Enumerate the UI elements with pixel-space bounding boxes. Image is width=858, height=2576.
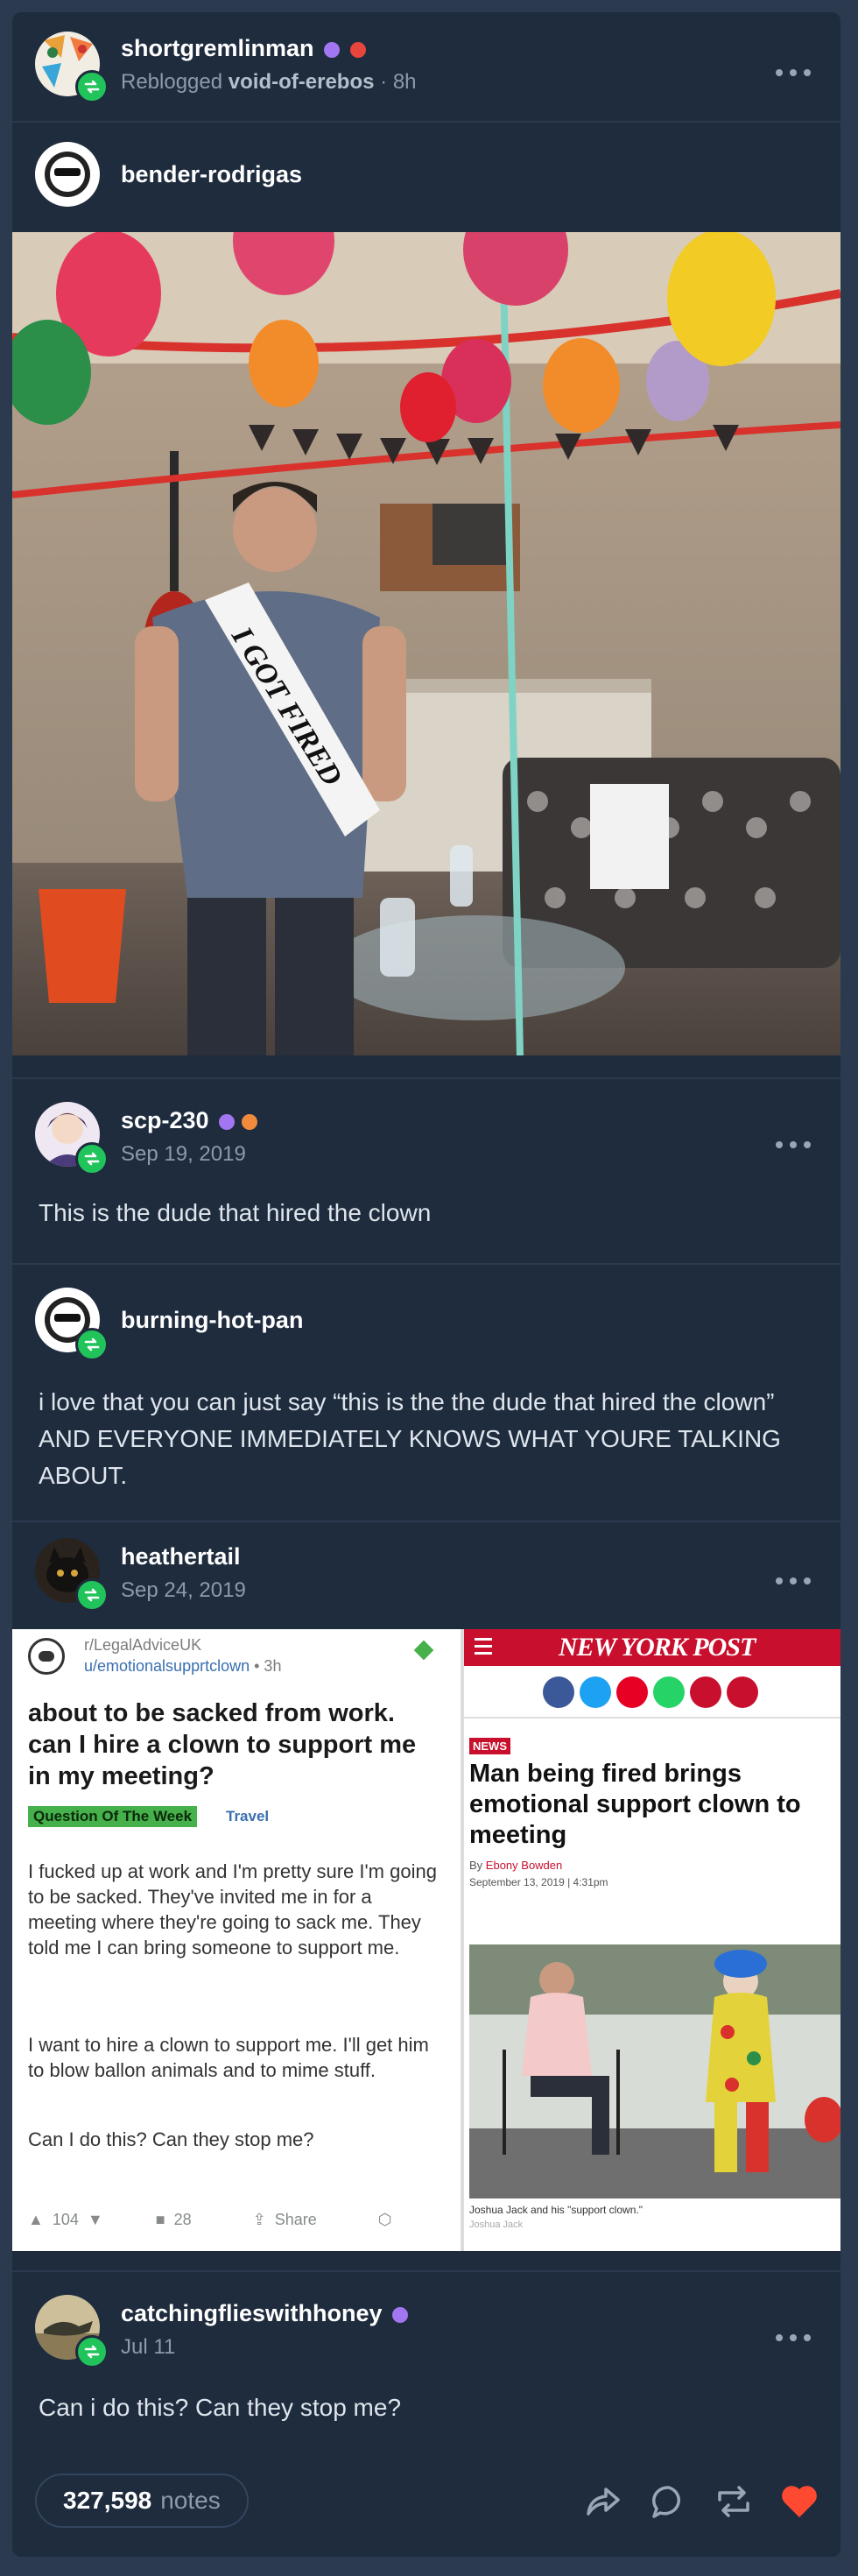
reddit-action-bar: ▲ 104 ▼ ■ 28 ⇪ Share ⬡ [28,2211,391,2229]
trail-options-button[interactable] [776,2332,811,2344]
reddit-paragraph: I fucked up at work and I'm pretty sure … [28,1860,437,1958]
email-icon [690,1676,721,1708]
facebook-icon [543,1676,574,1708]
original-poster-username[interactable]: bender-rodrigas [121,161,302,188]
social-share-row [543,1676,758,1708]
badge-icon [349,41,366,58]
badge-icon [392,2306,409,2323]
nypost-headline: Man being fired brings emotional support… [469,1760,801,1849]
reply-icon[interactable] [650,2482,688,2525]
downvote-icon: ▼ [87,2211,103,2228]
reddit-flair: Question Of The Week [28,1806,198,1827]
trail-username[interactable]: heathertail [121,1543,241,1570]
reblog-icon[interactable] [714,2482,753,2525]
trail-text: This is the dude that hired the clown [39,1199,432,1226]
reblog-badge-icon [75,1328,109,1361]
share-icon[interactable] [583,2482,622,2525]
article-photo [469,1944,840,2198]
trail-date: Sep 19, 2019 [121,1142,246,1166]
reddit-avatar-icon [28,1638,65,1675]
photo-caption: Joshua Jack and his "support clown." [469,2204,643,2216]
byline-author: Ebony Bowden [485,1859,563,1872]
share-label: Share [274,2211,317,2228]
whatsapp-icon [653,1676,685,1708]
post-options-button[interactable] [776,67,811,79]
badge-icon [241,1113,257,1130]
trail-date: Sep 24, 2019 [121,1578,246,1602]
reblog-meta: Reblogged void-of-erebos · 8h [121,70,417,94]
reddit-paragraph: Can I do this? Can they stop me? [28,2128,314,2150]
reblog-badge-icon [75,70,109,103]
original-poster-avatar[interactable] [35,142,100,207]
party-photo: I GOT FIRED [12,232,840,1055]
badge-icon [219,1113,236,1130]
reddit-username: u/emotionalsupprtclown [84,1657,250,1675]
notes-button[interactable]: 327,598 notes [35,2474,249,2528]
image-divider [461,1629,464,2251]
reblog-badge-icon [75,1578,109,1612]
trail-options-button[interactable] [776,1139,811,1151]
flipboard-icon [616,1676,648,1708]
link-icon [727,1676,758,1708]
trail-options-button[interactable] [776,1575,811,1587]
subreddit-name: r/LegalAdviceUK [84,1636,202,1654]
reddit-screenshot: r/LegalAdviceUK u/emotionalsupprtclown •… [12,1629,461,2251]
trail-username[interactable]: catchingflieswithhoney [121,2300,409,2327]
byline: By Ebony Bowden [469,1859,563,1872]
award-icon: ⬡ [377,2211,392,2228]
trail-username[interactable]: burning-hot-pan [121,1307,303,1334]
reblogger-username[interactable]: shortgremlinman [121,35,366,62]
photo-credit: Joshua Jack [469,2220,524,2230]
upvote-count: 104 [52,2211,79,2228]
like-icon[interactable] [779,2482,819,2525]
menu-icon [475,1638,492,1641]
comment-icon: ■ [155,2211,165,2228]
trail-username[interactable]: scp-230 [121,1107,257,1134]
reddit-tag: Travel [226,1808,270,1824]
nypost-screenshot: NEW YORK POST NEWS Man being fired bring… [464,1629,840,2251]
trail-text: Can i do this? Can they stop me? [39,2394,402,2421]
post-card: shortgremlinman Reblogged void-of-erebos… [12,12,840,2557]
twitter-icon [580,1676,611,1708]
nypost-masthead: NEW YORK POST [559,1633,756,1662]
reblogged-from-link[interactable]: void-of-erebos [229,70,375,94]
notes-label: notes [160,2487,221,2514]
share-icon: ⇪ [252,2211,266,2228]
reddit-age: • 3h [254,1657,282,1675]
section-label: NEWS [469,1738,510,1754]
notes-count: 327,598 [63,2487,152,2514]
trail-date: Jul 11 [121,2335,176,2359]
reddit-paragraph: I want to hire a clown to support me. I'… [28,2034,429,2081]
reblog-badge-icon [75,2335,109,2368]
reddit-user-line: u/emotionalsupprtclown • 3h [84,1657,281,1676]
reblog-badge-icon [75,1142,109,1175]
comment-count: 28 [173,2211,192,2228]
reblogged-label: Reblogged [121,70,223,94]
upvote-icon: ▲ [28,2211,44,2228]
badge-icon [324,41,341,58]
post-time: 8h [392,70,417,94]
pin-icon [413,1640,434,1661]
dateline: September 13, 2019 | 4:31pm [469,1876,608,1888]
reddit-title: about to be sacked from work. can I hire… [28,1699,417,1790]
trail-text: i love that you can just say “this is th… [39,1388,781,1489]
